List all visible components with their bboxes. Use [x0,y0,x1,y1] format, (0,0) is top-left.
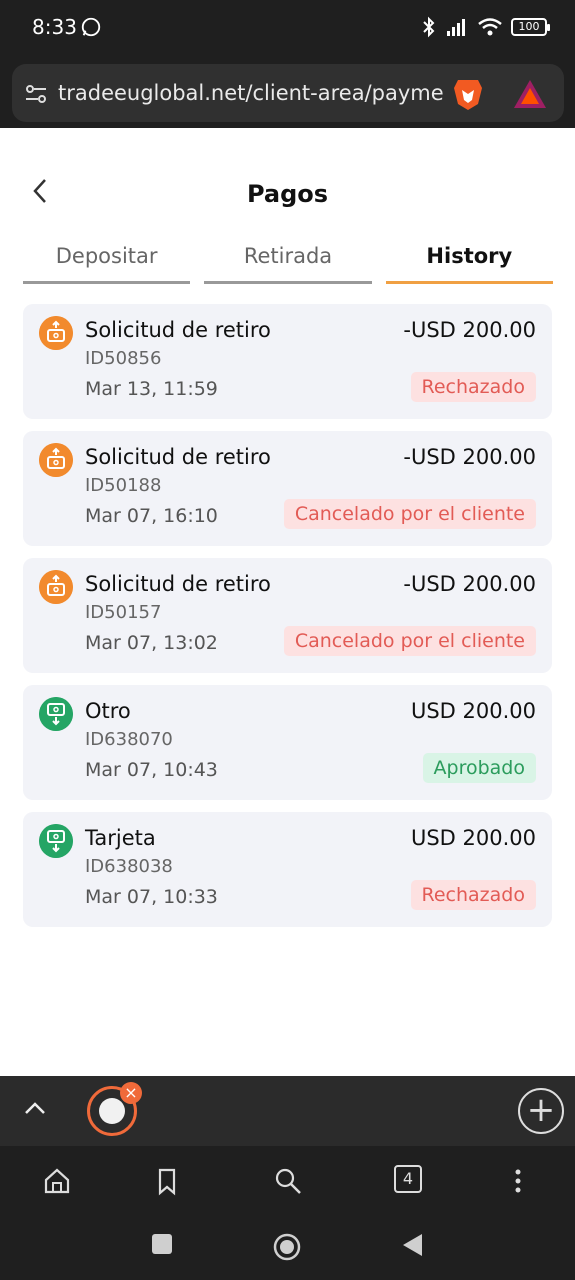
tabs-icon[interactable]: 4 [394,1165,422,1193]
tab-strip: × + [0,1076,575,1146]
payment-tabs: Depositar Retirada History [23,244,553,284]
history-item[interactable]: Tarjeta USD 200.00 ID638038 Mar 07, 10:3… [23,812,552,927]
back-button-icon[interactable] [400,1232,424,1258]
tab-history[interactable]: History [385,244,553,284]
wifi-icon [478,18,502,36]
status-badge: Cancelado por el cliente [283,499,536,529]
home-button-icon[interactable] [272,1232,302,1262]
history-item-title: Solicitud de retiro [85,318,271,342]
withdraw-icon [39,570,73,604]
status-badge: Aprobado [422,753,536,783]
history-item-id: ID638070 [85,729,173,750]
site-settings-icon[interactable] [24,82,48,106]
history-item-id: ID50157 [85,602,162,623]
tab-depositar[interactable]: Depositar [23,244,191,284]
history-item-title: Solicitud de retiro [85,572,271,596]
signal-icon [447,19,465,36]
bluetooth-icon [423,16,435,38]
battery-icon: 100 [511,18,550,36]
withdraw-icon [39,443,73,477]
withdraw-icon [39,316,73,350]
history-item[interactable]: Otro USD 200.00 ID638070 Mar 07, 10:43 A… [23,685,552,800]
new-tab-button[interactable]: + [518,1088,564,1134]
history-item-id: ID638038 [85,856,173,877]
deposit-icon [39,697,73,731]
deposit-icon [39,824,73,858]
history-item-id: ID50188 [85,475,162,496]
history-item-amount: USD 200.00 [410,826,536,850]
history-item-id: ID50856 [85,348,162,369]
browser-bottom-bar: 4 [0,1146,575,1214]
history-item-date: Mar 07, 10:43 [85,759,218,781]
page-header: Pagos [0,128,575,238]
history-item-title: Solicitud de retiro [85,445,271,469]
url-text[interactable]: tradeeuglobal.net/client-area/payme [58,81,450,105]
close-icon[interactable]: × [120,1082,142,1104]
status-badge: Rechazado [410,372,536,402]
recent-apps-icon[interactable] [150,1232,174,1256]
page-title: Pagos [246,180,329,208]
history-item-date: Mar 07, 10:33 [85,886,218,908]
system-navigation-bar [0,1214,575,1280]
history-item-amount: -USD 200.00 [403,572,536,596]
history-item-amount: -USD 200.00 [403,318,536,342]
history-item-amount: USD 200.00 [410,699,536,723]
status-badge: Cancelado por el cliente [283,626,536,656]
chevron-up-icon[interactable] [22,1096,48,1122]
tab-retirada[interactable]: Retirada [204,244,372,284]
search-icon[interactable] [273,1166,303,1196]
home-icon[interactable] [42,1166,72,1196]
address-bar[interactable]: tradeeuglobal.net/client-area/payme [12,64,564,122]
history-item-amount: -USD 200.00 [403,445,536,469]
browser-toolbar: tradeeuglobal.net/client-area/payme [0,56,575,128]
status-bar: 8:33 100 [0,0,575,56]
battery-level: 100 [518,20,540,33]
history-item[interactable]: Solicitud de retiro -USD 200.00 ID50188 … [23,431,552,546]
history-list: Solicitud de retiro -USD 200.00 ID50856 … [23,304,552,939]
menu-icon[interactable] [503,1166,533,1196]
history-item-date: Mar 07, 16:10 [85,505,218,527]
tab-favicon [99,1098,125,1124]
history-item[interactable]: Solicitud de retiro -USD 200.00 ID50856 … [23,304,552,419]
history-item[interactable]: Solicitud de retiro -USD 200.00 ID50157 … [23,558,552,673]
history-item-title: Tarjeta [85,826,156,850]
status-time: 8:33 [32,15,77,39]
history-item-title: Otro [85,699,131,723]
status-badge: Rechazado [410,880,536,910]
bookmark-icon[interactable] [152,1166,182,1196]
brave-lion-icon[interactable] [450,76,486,112]
whatsapp-icon [81,17,101,37]
history-item-date: Mar 07, 13:02 [85,632,218,654]
bat-rewards-icon[interactable] [512,78,548,110]
history-item-date: Mar 13, 11:59 [85,378,218,400]
